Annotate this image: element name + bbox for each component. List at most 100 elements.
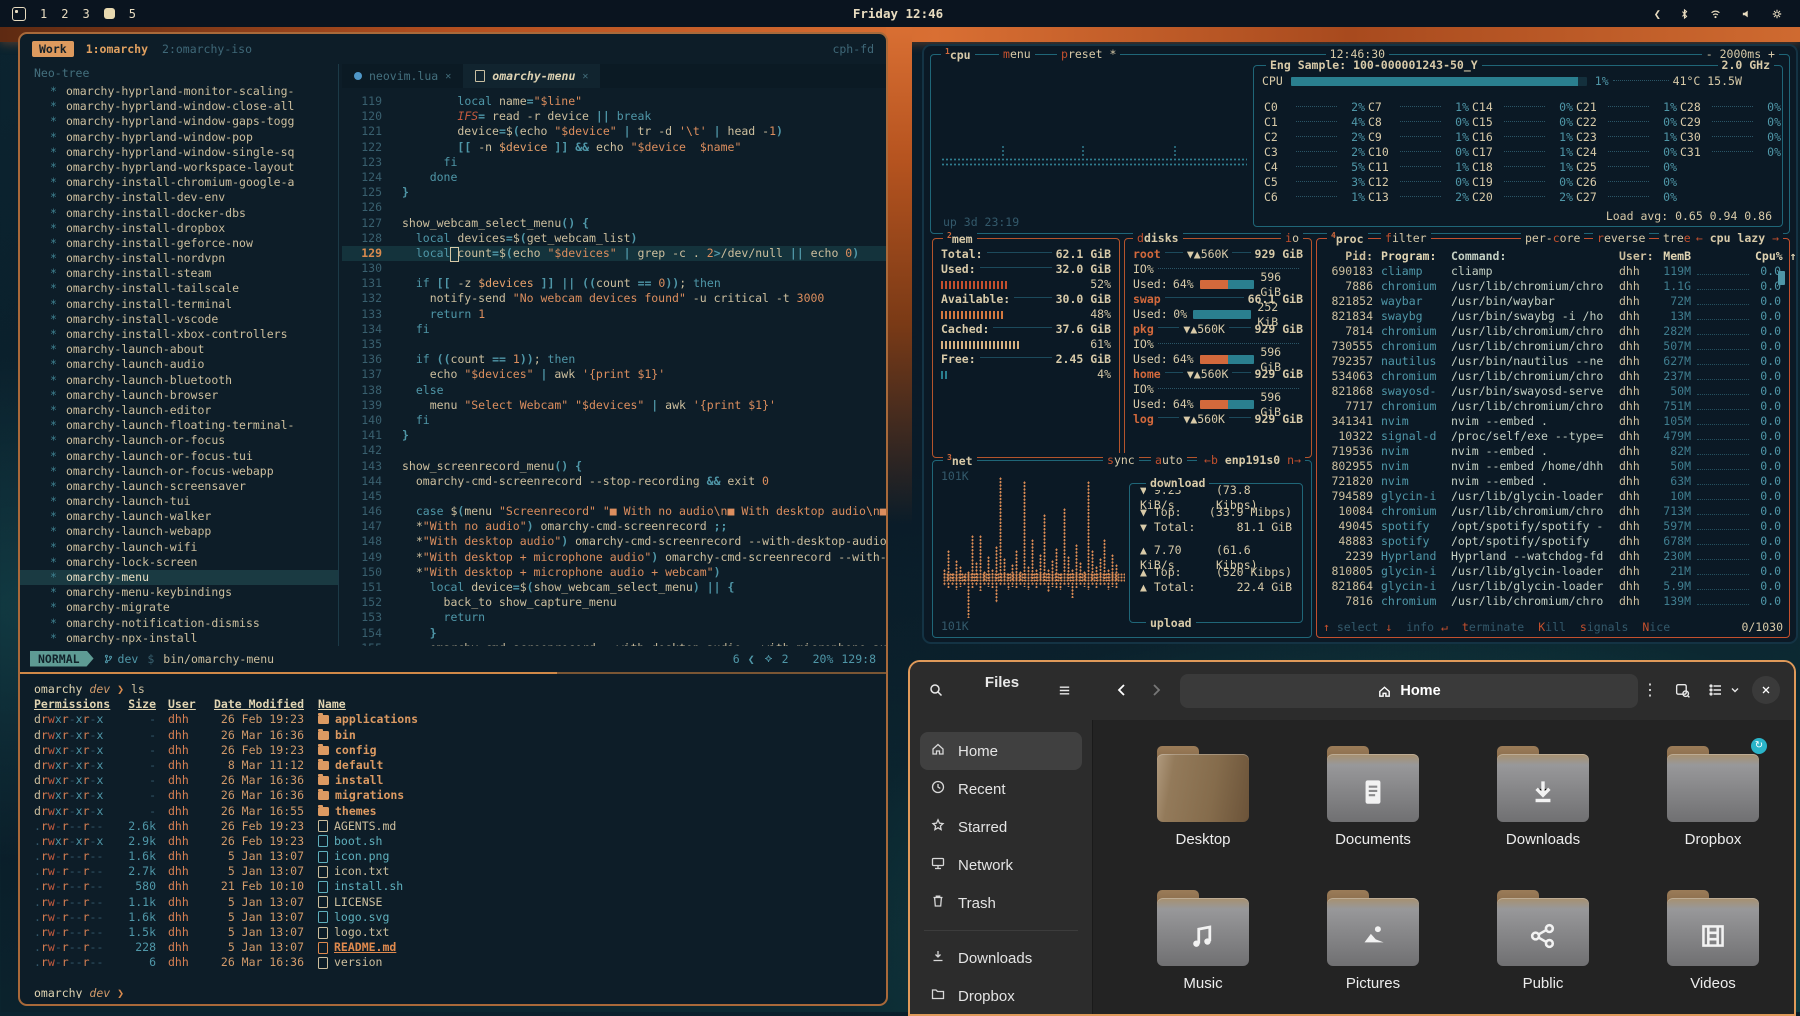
neotree-item[interactable]: * omarchy-install-dev-env [20,190,338,205]
process-row[interactable]: 802955 nvim nvim --embed /home/dhh dhh 50M 0.… [1317,459,1789,474]
neotree-item[interactable]: * omarchy-launch-wifi [20,540,338,555]
neotree-item[interactable]: * omarchy-launch-audio [20,357,338,372]
neotree-item[interactable]: * omarchy-menu [20,570,338,586]
neotree-item[interactable]: * omarchy-npx-install [20,631,338,646]
volume-icon[interactable] [1740,7,1753,21]
tmux-window-1[interactable]: 1:omarchy [86,42,148,56]
neotree-item[interactable]: * omarchy-install-chromium-google-a [20,175,338,190]
neotree-item[interactable]: * omarchy-launch-screensaver [20,479,338,494]
proc-sort-nav[interactable]: ← cpu lazy → [1691,231,1783,245]
chevron-left-icon[interactable]: ❮ [1654,7,1661,21]
chevron-down-icon[interactable] [1724,674,1746,706]
tree-button[interactable]: tree [1659,231,1695,245]
neotree-item[interactable]: * omarchy-launch-editor [20,403,338,418]
preset-button[interactable]: preset * [1057,47,1121,61]
neotree-item[interactable]: * omarchy-lock-screen [20,555,338,570]
process-row[interactable]: 7816 chromium/usr/lib/chromium/chro dhh 139… [1317,594,1789,609]
neotree-item[interactable]: * omarchy-hyprland-window-pop [20,130,338,145]
filter-button[interactable]: filter [1381,231,1431,245]
neotree-item[interactable]: * omarchy-launch-about [20,342,338,357]
neotree-item[interactable]: * omarchy-install-dropbox [20,221,338,236]
process-row[interactable]: 49045 spotify/opt/spotify/spotify - dhh 597… [1317,519,1789,534]
process-row[interactable]: 794589 glycin-i/usr/lib/glycin-loader dhh 1… [1317,489,1789,504]
bluetooth-icon[interactable] [1678,7,1691,21]
proc-footer-action[interactable]: terminate [1462,620,1524,635]
neotree-item[interactable]: * omarchy-launch-tui [20,494,338,509]
interface-switcher[interactable]: ←b enp191s0 n→ [1200,453,1305,467]
process-row[interactable]: 821852 waybar/usr/bin/waybar dhh 72M 0.0 [1317,294,1789,309]
folder-item-desktop[interactable]: Desktop [1127,746,1279,870]
neotree-item[interactable]: * omarchy-install-xbox-controllers [20,327,338,342]
editor-tab[interactable]: neovim.lua ✕ [342,64,463,88]
settings-icon[interactable] [1770,7,1784,21]
neotree-item[interactable]: * omarchy-install-steam [20,266,338,281]
process-row[interactable]: 719536 nvim nvim --embed . dhh 82M 0.0 [1317,444,1789,459]
neotree-item[interactable]: * omarchy-hyprland-window-gaps-togg [20,114,338,129]
folder-item-music[interactable]: Music [1127,890,1279,1014]
process-row[interactable]: 48883 spotify/opt/spotify/spotify dhh 678M 0… [1317,534,1789,549]
neotree-item[interactable]: * omarchy-install-vscode [20,312,338,327]
workspace-5[interactable]: 5 [129,7,136,21]
neotree-item[interactable]: * omarchy-install-nordvpn [20,251,338,266]
close-icon[interactable] [1752,676,1780,704]
workspace-4-active-indicator[interactable] [103,8,115,19]
io-mode-button[interactable]: io [1281,231,1303,245]
network-box-label[interactable]: 3net [943,453,977,468]
sidebar-item-dropbox[interactable]: Dropbox [920,977,1082,1014]
forward-button[interactable] [1140,674,1172,706]
sidebar-item-downloads[interactable]: Downloads [920,939,1082,977]
neotree-item[interactable]: * omarchy-launch-webapp [20,524,338,539]
neotree-item[interactable]: * omarchy-install-terminal [20,297,338,312]
menu-button[interactable]: menu [999,47,1035,61]
process-row[interactable]: 7886 chromium/usr/lib/chromium/chro dhh 1.1… [1317,279,1789,294]
process-row[interactable]: 730555 chromium/usr/lib/chromium/chro dhh 5… [1317,339,1789,354]
proc-footer-action[interactable]: info ↵ [1406,620,1448,635]
neotree-item[interactable]: * omarchy-menu-keybindings [20,585,338,600]
folder-item-documents[interactable]: Documents [1297,746,1449,870]
neotree-item[interactable]: * omarchy-notification-dismiss [20,616,338,631]
tab-close-icon[interactable]: ✕ [445,71,451,82]
sync-button[interactable]: sync [1103,453,1139,467]
pane-divider[interactable] [338,64,339,646]
kebab-menu-icon[interactable]: ⋮ [1634,674,1666,706]
neotree-item[interactable]: * omarchy-install-geforce-now [20,236,338,251]
proc-footer-action[interactable]: Kill [1538,620,1566,635]
proc-footer-action[interactable]: Nice [1642,620,1670,635]
auto-button[interactable]: auto [1151,453,1187,467]
tmux-session-badge[interactable]: Work [32,41,74,57]
editor-tab[interactable]: omarchy-menu ✕ [463,64,601,88]
neotree-item[interactable]: * omarchy-install-docker-dbs [20,206,338,221]
process-row[interactable]: 341341 nvim nvim --embed . dhh 105M 0.0 [1317,414,1789,429]
process-row[interactable]: 690183 cliamp cliamp dhh 119M 0.0 [1317,264,1789,279]
neotree-item[interactable]: * omarchy-launch-walker [20,509,338,524]
process-row[interactable]: 7717 chromium/usr/lib/chromium/chro dhh 751… [1317,399,1789,414]
sidebar-item-network[interactable]: Network [920,846,1082,884]
folder-item-dropbox[interactable]: ↻ Dropbox [1637,738,1789,870]
process-row[interactable]: 821834 swaybg/usr/bin/swaybg -i /ho dhh 13M… [1317,309,1789,324]
neotree-item[interactable]: * omarchy-install-tailscale [20,281,338,296]
proc-box-label[interactable]: 4proc [1327,231,1368,246]
neotree-item[interactable]: * omarchy-launch-or-focus-tui [20,449,338,464]
neotree-item[interactable]: * omarchy-launch-floating-terminal- [20,418,338,433]
neotree-item[interactable]: * omarchy-launch-browser [20,388,338,403]
folder-item-public[interactable]: Public [1467,890,1619,1014]
memory-box-label[interactable]: 2mem [943,231,977,246]
process-row[interactable]: 10322 signal-d/proc/self/exe --type= dhh 47… [1317,429,1789,444]
proc-scrollbar-thumb[interactable] [1778,271,1785,285]
folder-item-pictures[interactable]: Pictures [1297,890,1449,1014]
neotree-item[interactable]: * omarchy-hyprland-monitor-scaling- [20,84,338,99]
hamburger-menu-icon[interactable] [1048,674,1080,706]
process-row[interactable]: 810805 glycin-i/usr/lib/glycin-loader dhh 2… [1317,564,1789,579]
folder-item-videos[interactable]: Videos [1637,890,1789,1014]
workspace-2[interactable]: 2 [61,7,68,21]
process-row[interactable]: 7814 chromium/usr/lib/chromium/chro dhh 282… [1317,324,1789,339]
process-row[interactable]: 821864 glycin-i/usr/lib/glycin-loader dhh 5… [1317,579,1789,594]
tab-overview-icon[interactable] [1666,674,1698,706]
folder-item-downloads[interactable]: Downloads [1467,746,1619,870]
process-row[interactable]: 10084 chromium/usr/lib/chromium/chro dhh 71… [1317,504,1789,519]
shell-pane[interactable]: omarchy dev ❯ ls Permissions Size User Date … [34,682,878,998]
disks-box-label[interactable]: ddisks [1133,231,1183,245]
sidebar-item-starred[interactable]: Starred [920,808,1082,846]
back-button[interactable] [1106,674,1138,706]
workspace-3[interactable]: 3 [82,7,89,21]
